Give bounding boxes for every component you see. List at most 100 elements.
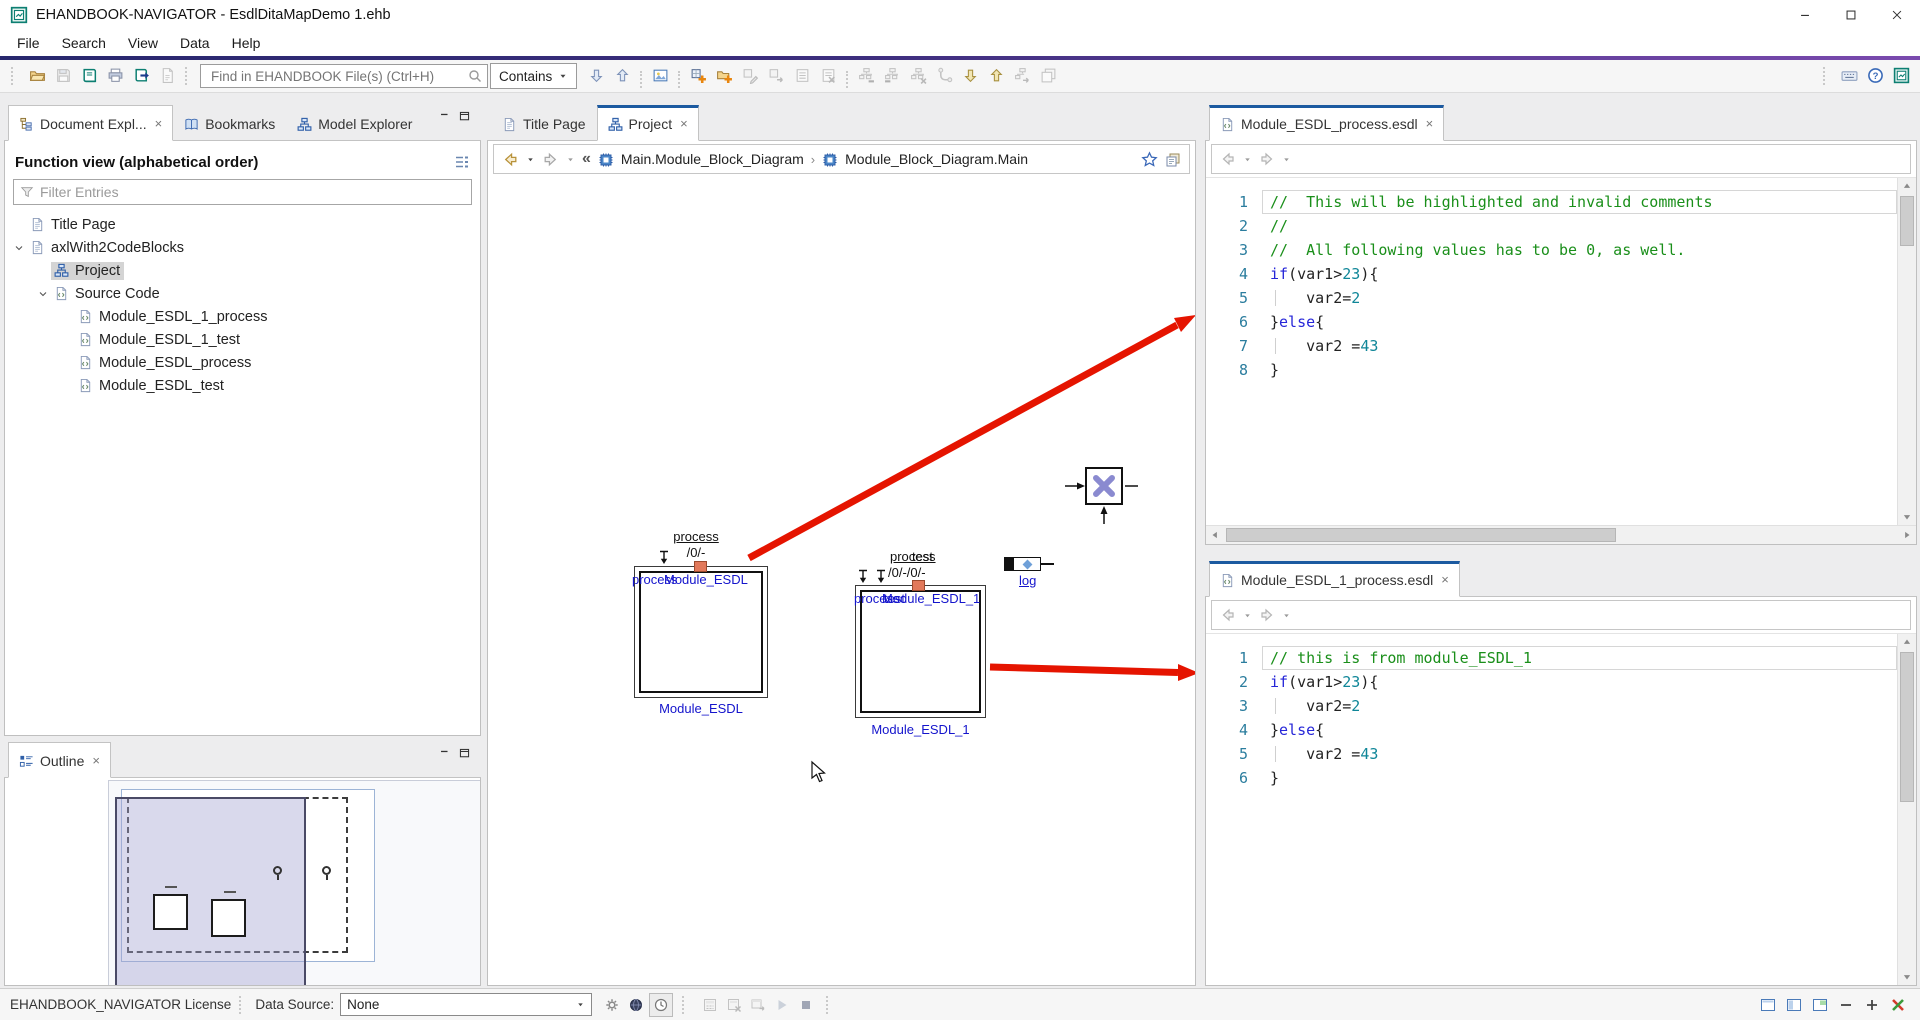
back-button[interactable] bbox=[1220, 606, 1236, 624]
vertical-scrollbar[interactable] bbox=[1897, 178, 1916, 525]
data-source-select[interactable]: None bbox=[340, 993, 592, 1016]
edit-block-button[interactable] bbox=[737, 63, 763, 89]
keyboard-shortcuts-button[interactable] bbox=[1836, 63, 1862, 89]
datasource-globe-icon[interactable] bbox=[625, 994, 647, 1016]
remove-tree-button[interactable] bbox=[879, 63, 905, 89]
close-icon[interactable]: × bbox=[155, 116, 163, 131]
add-block-button[interactable] bbox=[685, 63, 711, 89]
help-button[interactable]: ? bbox=[1862, 63, 1888, 89]
snapshot-button[interactable] bbox=[647, 63, 673, 89]
tree-item-module-esdl-process[interactable]: Module_ESDL_process bbox=[5, 351, 480, 374]
scroll-up-icon[interactable] bbox=[1898, 634, 1916, 650]
scrollbar-thumb[interactable] bbox=[1900, 196, 1914, 246]
tab-module-esdl-process-esdl[interactable]: Module_ESDL_process.esdl× bbox=[1209, 105, 1444, 141]
tab-model-explorer[interactable]: Model Explorer bbox=[286, 107, 423, 141]
tab-outline[interactable]: Outline × bbox=[8, 742, 111, 778]
tab-bookmarks[interactable]: Bookmarks bbox=[173, 107, 286, 141]
minimize-view-icon[interactable] bbox=[439, 108, 452, 126]
horizontal-scrollbar[interactable] bbox=[1206, 525, 1916, 544]
maximize-view-icon[interactable] bbox=[458, 745, 471, 763]
scroll-down-icon[interactable] bbox=[1898, 509, 1916, 525]
extract-tree-button[interactable] bbox=[1009, 63, 1035, 89]
filter-entries-input[interactable]: Filter Entries bbox=[13, 179, 472, 205]
search-up-button[interactable] bbox=[609, 63, 635, 89]
collapse-tree-button[interactable] bbox=[853, 63, 879, 89]
open-handbook-button[interactable] bbox=[76, 63, 102, 89]
tree-item-module-esdl-1-test[interactable]: Module_ESDL_1_test bbox=[5, 328, 480, 351]
menu-view[interactable]: View bbox=[117, 30, 169, 56]
zoom-in-button[interactable] bbox=[1861, 994, 1883, 1016]
scroll-up-icon[interactable] bbox=[1898, 178, 1916, 194]
layout-console-button[interactable] bbox=[1757, 994, 1779, 1016]
layout-split-button[interactable] bbox=[1783, 994, 1805, 1016]
search-down-button[interactable] bbox=[583, 63, 609, 89]
connection-status-icon[interactable] bbox=[1887, 994, 1909, 1016]
zoom-out-button[interactable] bbox=[1835, 994, 1857, 1016]
chevron-down-icon[interactable] bbox=[1282, 155, 1291, 164]
tree-item-module-esdl-test[interactable]: Module_ESDL_test bbox=[5, 374, 480, 397]
scrollbar-thumb[interactable] bbox=[1226, 528, 1616, 542]
chevron-down-icon[interactable] bbox=[1243, 155, 1252, 164]
scroll-left-icon[interactable] bbox=[1206, 526, 1224, 544]
search-input[interactable] bbox=[209, 68, 467, 85]
chevron-down-icon[interactable] bbox=[11, 240, 27, 256]
outline-thumbnail[interactable] bbox=[5, 778, 480, 985]
vertical-scrollbar[interactable] bbox=[1897, 634, 1916, 985]
stop-measurement-icon[interactable] bbox=[795, 994, 817, 1016]
close-icon[interactable]: × bbox=[680, 116, 688, 131]
search-mode-dropdown[interactable]: Contains bbox=[490, 63, 577, 89]
export-handbook-button[interactable] bbox=[128, 63, 154, 89]
experiment-window-icon[interactable] bbox=[747, 994, 769, 1016]
forward-button[interactable] bbox=[1259, 606, 1275, 624]
multiply-block[interactable] bbox=[1085, 467, 1123, 505]
chevron-down-icon[interactable] bbox=[566, 155, 575, 164]
copy-path-icon[interactable] bbox=[1165, 150, 1181, 167]
favorite-star-icon[interactable] bbox=[1141, 150, 1158, 168]
function-tree[interactable]: Title PageaxlWith2CodeBlocksProjectSourc… bbox=[5, 211, 480, 735]
layout-editors-button[interactable] bbox=[1809, 994, 1831, 1016]
chevron-down-icon[interactable] bbox=[35, 286, 51, 302]
tree-item-axlwith2codeblocks[interactable]: axlWith2CodeBlocks bbox=[5, 236, 480, 259]
history-icon[interactable] bbox=[649, 993, 673, 1017]
close-button[interactable] bbox=[1874, 0, 1920, 30]
chevron-down-icon[interactable] bbox=[1243, 611, 1252, 620]
move-down-button[interactable] bbox=[957, 63, 983, 89]
menu-help[interactable]: Help bbox=[221, 30, 272, 56]
menu-file[interactable]: File bbox=[6, 30, 51, 56]
code-editor[interactable]: 123456 // this is from module_ESDL_1if(v… bbox=[1206, 633, 1916, 985]
back-button[interactable] bbox=[502, 150, 519, 168]
tree-item-title-page[interactable]: Title Page bbox=[5, 213, 480, 236]
maximize-view-icon[interactable] bbox=[458, 108, 471, 126]
run-block-button[interactable] bbox=[763, 63, 789, 89]
tab-project[interactable]: Project× bbox=[597, 105, 699, 141]
log-block[interactable] bbox=[1004, 557, 1054, 571]
forward-button[interactable] bbox=[542, 150, 559, 168]
tree-item-project[interactable]: Project bbox=[5, 259, 480, 282]
menu-search[interactable]: Search bbox=[51, 30, 117, 56]
tab-document-expl[interactable]: Document Expl...× bbox=[8, 105, 173, 141]
tree-item-module-esdl-1-process[interactable]: Module_ESDL_1_process bbox=[5, 305, 480, 328]
save-button[interactable] bbox=[50, 63, 76, 89]
minimize-view-icon[interactable] bbox=[439, 745, 452, 763]
block-diagram-canvas[interactable]: process /0/- process Module_ESDL Module_… bbox=[488, 179, 1195, 985]
view-menu-icon[interactable] bbox=[454, 153, 470, 171]
remove-list-button[interactable] bbox=[815, 63, 841, 89]
close-icon[interactable]: × bbox=[1441, 572, 1449, 587]
tree-item-source-code[interactable]: Source Code bbox=[5, 282, 480, 305]
maximize-button[interactable] bbox=[1828, 0, 1874, 30]
open-file-button[interactable] bbox=[24, 63, 50, 89]
delete-tree-button[interactable] bbox=[905, 63, 931, 89]
duplicate-button[interactable] bbox=[1035, 63, 1061, 89]
move-up-button[interactable] bbox=[983, 63, 1009, 89]
outline-viewport-rect[interactable] bbox=[115, 797, 306, 985]
menu-data[interactable]: Data bbox=[169, 30, 221, 56]
scroll-right-icon[interactable] bbox=[1898, 526, 1916, 544]
code-editor[interactable]: 12345678 // This will be highlighted and… bbox=[1206, 177, 1916, 525]
breadcrumb-collapse[interactable]: « bbox=[582, 150, 591, 168]
settings-icon[interactable] bbox=[601, 994, 623, 1016]
print-button[interactable] bbox=[102, 63, 128, 89]
show-list-button[interactable] bbox=[789, 63, 815, 89]
tab-title-page[interactable]: Title Page bbox=[491, 107, 597, 141]
about-ehandbook-button[interactable] bbox=[1888, 63, 1914, 89]
back-button[interactable] bbox=[1220, 150, 1236, 168]
